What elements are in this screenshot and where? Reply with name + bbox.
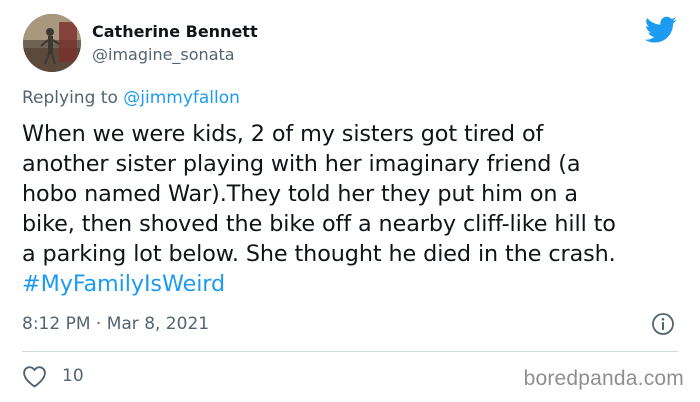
tweet-line: hobo named War).They told her they put h… (22, 181, 578, 207)
reply-mention-link[interactable]: @jimmyfallon (123, 88, 240, 108)
tweet-timestamp[interactable]: 8:12 PM · Mar 8, 2021 (22, 314, 209, 334)
avatar[interactable] (23, 14, 81, 72)
tweet-line: bike, then shoved the bike off a nearby … (22, 211, 616, 237)
tweet-line: When we were kids, 2 of my sisters got t… (22, 121, 544, 147)
heart-icon[interactable] (22, 365, 47, 388)
tweet-text: When we were kids, 2 of my sisters got t… (22, 119, 687, 299)
info-icon[interactable] (651, 312, 675, 336)
divider (22, 351, 678, 352)
display-name[interactable]: Catherine Bennett (92, 22, 258, 41)
tweet-line: another sister playing with her imaginar… (22, 151, 581, 177)
hashtag-link[interactable]: #MyFamilyIsWeird (22, 269, 687, 299)
replying-to: Replying to @jimmyfallon (22, 88, 240, 108)
twitter-bird-icon[interactable] (645, 16, 677, 44)
tweet-line: a parking lot below. She thought he died… (22, 241, 616, 267)
like-count: 10 (62, 366, 84, 386)
replying-prefix: Replying to (22, 88, 124, 108)
watermark: boredpanda.com (523, 367, 684, 390)
user-handle[interactable]: @imagine_sonata (92, 45, 235, 64)
